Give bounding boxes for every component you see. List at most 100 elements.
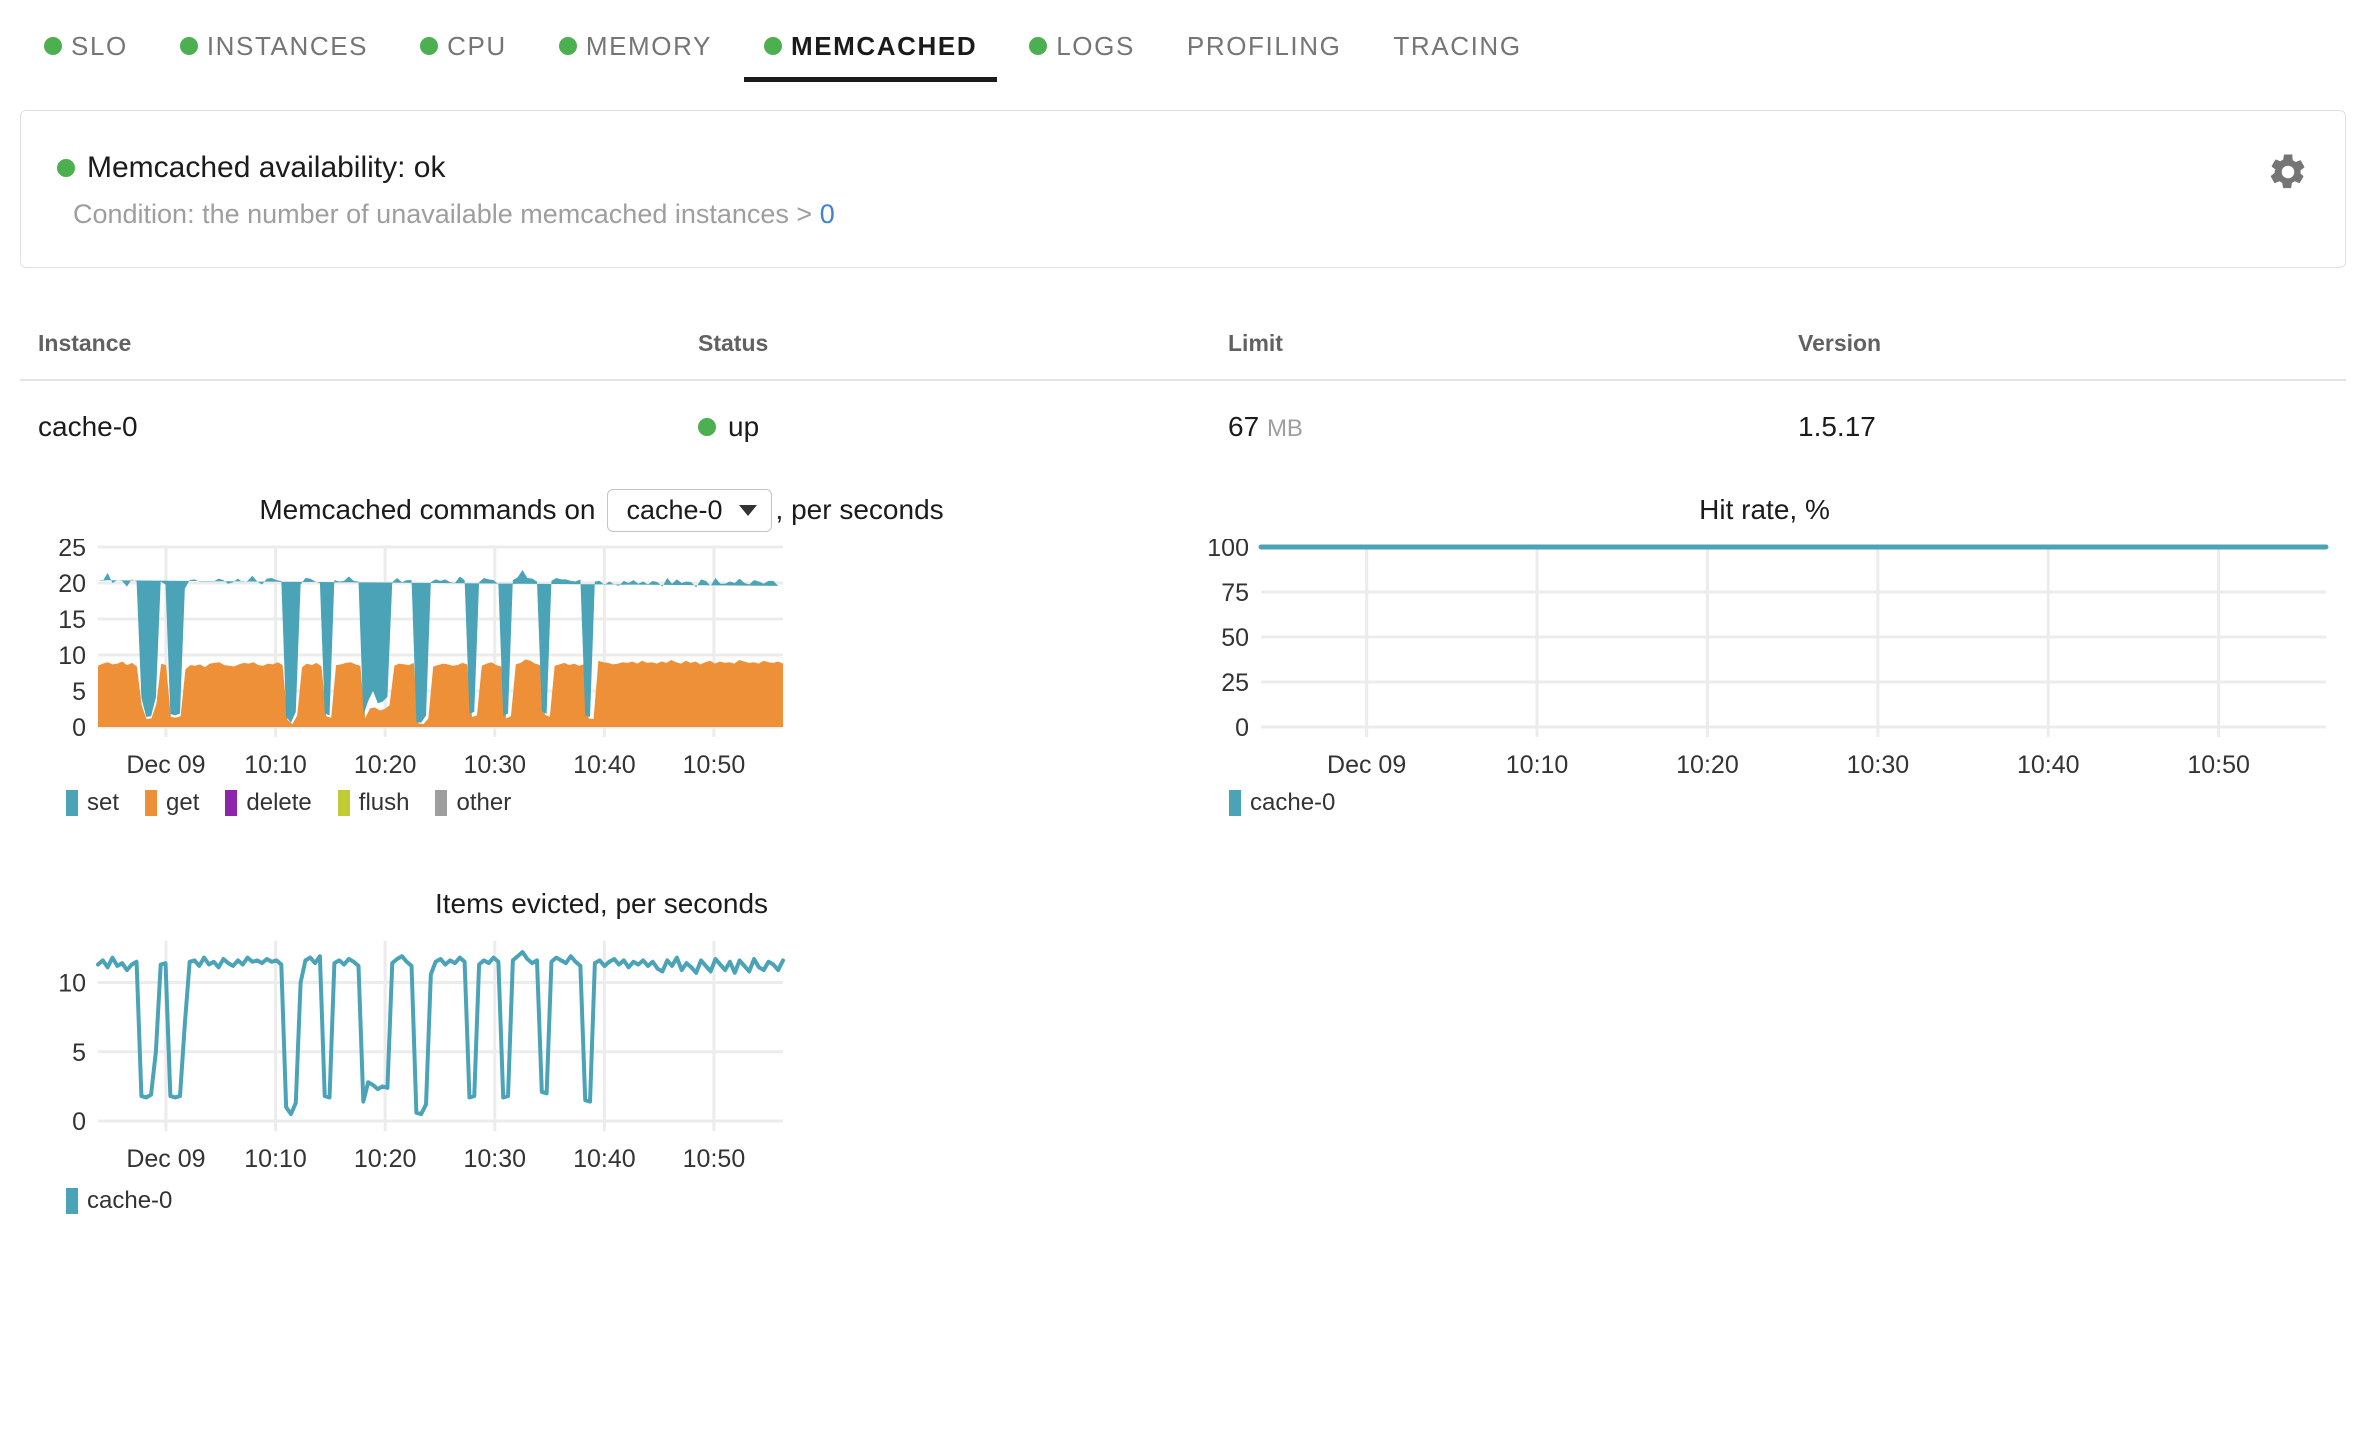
legend-swatch — [225, 790, 238, 816]
legend-item-cache-0[interactable]: cache-0 — [66, 1187, 172, 1215]
availability-status-dot-icon — [57, 159, 75, 177]
availability-title-row: Memcached availability: ok — [57, 151, 446, 185]
tab-memcached[interactable]: MEMCACHED — [738, 0, 1003, 92]
tab-cpu[interactable]: CPU — [394, 0, 533, 92]
legend-label: cache-0 — [87, 1187, 173, 1214]
legend-label: get — [166, 789, 200, 816]
table-row[interactable]: cache-0 up 67 MB 1.5.17 — [20, 380, 2346, 443]
svg-text:10:50: 10:50 — [683, 751, 746, 779]
status-dot-icon — [698, 418, 716, 436]
status-dot-icon — [1029, 37, 1048, 55]
tab-tracing[interactable]: TRACING — [1367, 0, 1547, 92]
chart-title-prefix: Memcached commands on — [259, 494, 596, 525]
tab-memory[interactable]: MEMORY — [533, 0, 738, 92]
svg-text:10:50: 10:50 — [683, 1145, 746, 1173]
svg-text:5: 5 — [72, 678, 86, 706]
plot-area[interactable]: 0 5 10 Dec 09 10:10 10:20 10:30 10:40 10:50 — [20, 933, 1183, 1173]
svg-text:10:10: 10:10 — [244, 751, 307, 779]
availability-condition-value[interactable]: 0 — [820, 199, 835, 229]
legend-item-get[interactable]: get — [145, 789, 199, 817]
chart-legend: cache-0 — [20, 1187, 1183, 1215]
tab-label: LOGS — [1056, 30, 1135, 61]
availability-title: Memcached availability: ok — [87, 151, 446, 184]
legend-label: delete — [246, 789, 312, 816]
svg-text:10:40: 10:40 — [2017, 751, 2080, 779]
legend-item-cache-0[interactable]: cache-0 — [1229, 789, 1335, 817]
svg-text:5: 5 — [72, 1039, 86, 1067]
chevron-down-icon — [738, 504, 757, 516]
limit-unit: MB — [1266, 415, 1303, 442]
tab-label: PROFILING — [1186, 30, 1342, 61]
legend-swatch — [66, 1188, 78, 1214]
legend-swatch — [435, 790, 448, 816]
legend-swatch — [66, 790, 78, 816]
instance-select[interactable]: cache-0 — [607, 488, 772, 532]
availability-card: Memcached availability: ok Condition: th… — [20, 110, 2346, 268]
plot-area[interactable]: 0 5 10 15 20 25 Dec 09 10:10 10:20 10:30 10:40 10:5… — [20, 539, 1183, 779]
tab-bar: SLO INSTANCES CPU MEMORY MEMCACHED LOGS … — [0, 0, 2366, 92]
tab-label: CPU — [447, 30, 507, 61]
table-header-row: Instance Status Limit Version — [20, 330, 2346, 381]
legend-label: cache-0 — [1250, 789, 1336, 816]
tab-slo[interactable]: SLO — [18, 0, 154, 92]
svg-text:10:40: 10:40 — [573, 751, 636, 779]
gear-icon[interactable] — [2267, 151, 2309, 193]
cell-instance: cache-0 — [38, 411, 138, 442]
svg-text:75: 75 — [1221, 579, 1249, 607]
legend-label: other — [456, 789, 512, 816]
svg-text:0: 0 — [1235, 714, 1249, 742]
svg-text:Dec 09: Dec 09 — [126, 751, 205, 779]
legend-item-set[interactable]: set — [66, 789, 119, 817]
svg-text:10:10: 10:10 — [244, 1145, 307, 1173]
chart-row-top: Memcached commands on cache-0 , per seco… — [20, 481, 2346, 817]
svg-text:10:20: 10:20 — [354, 1145, 417, 1173]
chart-title-suffix: , per seconds — [775, 494, 944, 525]
svg-text:20: 20 — [58, 570, 86, 598]
tab-label: TRACING — [1393, 30, 1522, 61]
svg-text:Dec 09: Dec 09 — [126, 1145, 205, 1173]
svg-text:10:30: 10:30 — [463, 1145, 526, 1173]
limit-value: 67 — [1228, 411, 1260, 442]
tab-profiling[interactable]: PROFILING — [1161, 0, 1368, 92]
status-dot-icon — [558, 37, 577, 55]
svg-text:50: 50 — [1221, 624, 1249, 652]
chart-title: Hit rate, % — [1183, 481, 2346, 539]
legend-item-delete[interactable]: delete — [225, 789, 312, 817]
tab-label: INSTANCES — [206, 30, 369, 61]
svg-text:10:20: 10:20 — [1676, 751, 1739, 779]
plot-area[interactable]: 0 25 50 75 100 Dec 09 10:10 10:20 10:30 10:40 10:5… — [1183, 539, 2346, 779]
chart-title-text: Items evicted, per seconds — [434, 888, 769, 919]
chart-cell-empty — [1183, 875, 2346, 1215]
chart-title: Items evicted, per seconds — [20, 875, 1183, 933]
legend-item-other[interactable]: other — [435, 789, 511, 817]
status-dot-icon — [179, 37, 198, 55]
chart-memcached-commands: Memcached commands on cache-0 , per seco… — [20, 481, 1183, 817]
instances-table: Instance Status Limit Version cache-0 up… — [20, 330, 2346, 443]
legend-swatch — [1229, 790, 1241, 816]
tab-label: MEMORY — [585, 30, 712, 61]
svg-text:10:50: 10:50 — [2187, 751, 2250, 779]
svg-text:10: 10 — [58, 970, 86, 998]
status-dot-icon — [420, 37, 439, 55]
svg-text:10:30: 10:30 — [1847, 751, 1910, 779]
legend-item-flush[interactable]: flush — [337, 789, 410, 817]
col-header-version: Version — [1780, 330, 2346, 381]
svg-text:100: 100 — [1207, 539, 1249, 562]
chart-title-text: Hit rate, % — [1699, 494, 1830, 525]
svg-text:10:30: 10:30 — [463, 751, 526, 779]
svg-text:0: 0 — [72, 714, 86, 742]
svg-text:15: 15 — [58, 606, 86, 634]
legend-label: flush — [358, 789, 410, 816]
svg-text:10:10: 10:10 — [1506, 751, 1569, 779]
svg-text:Dec 09: Dec 09 — [1327, 751, 1406, 779]
chart-legend: cache-0 — [1183, 789, 2346, 817]
chart-legend: set get delete flush other — [20, 789, 1183, 817]
status-dot-icon — [44, 37, 62, 55]
col-header-status: Status — [680, 330, 1210, 381]
cell-version: 1.5.17 — [1798, 411, 1876, 442]
col-header-limit: Limit — [1210, 330, 1780, 381]
tab-instances[interactable]: INSTANCES — [154, 0, 394, 92]
tab-label: SLO — [71, 30, 128, 61]
tab-logs[interactable]: LOGS — [1003, 0, 1161, 92]
tab-label: MEMCACHED — [790, 30, 978, 61]
